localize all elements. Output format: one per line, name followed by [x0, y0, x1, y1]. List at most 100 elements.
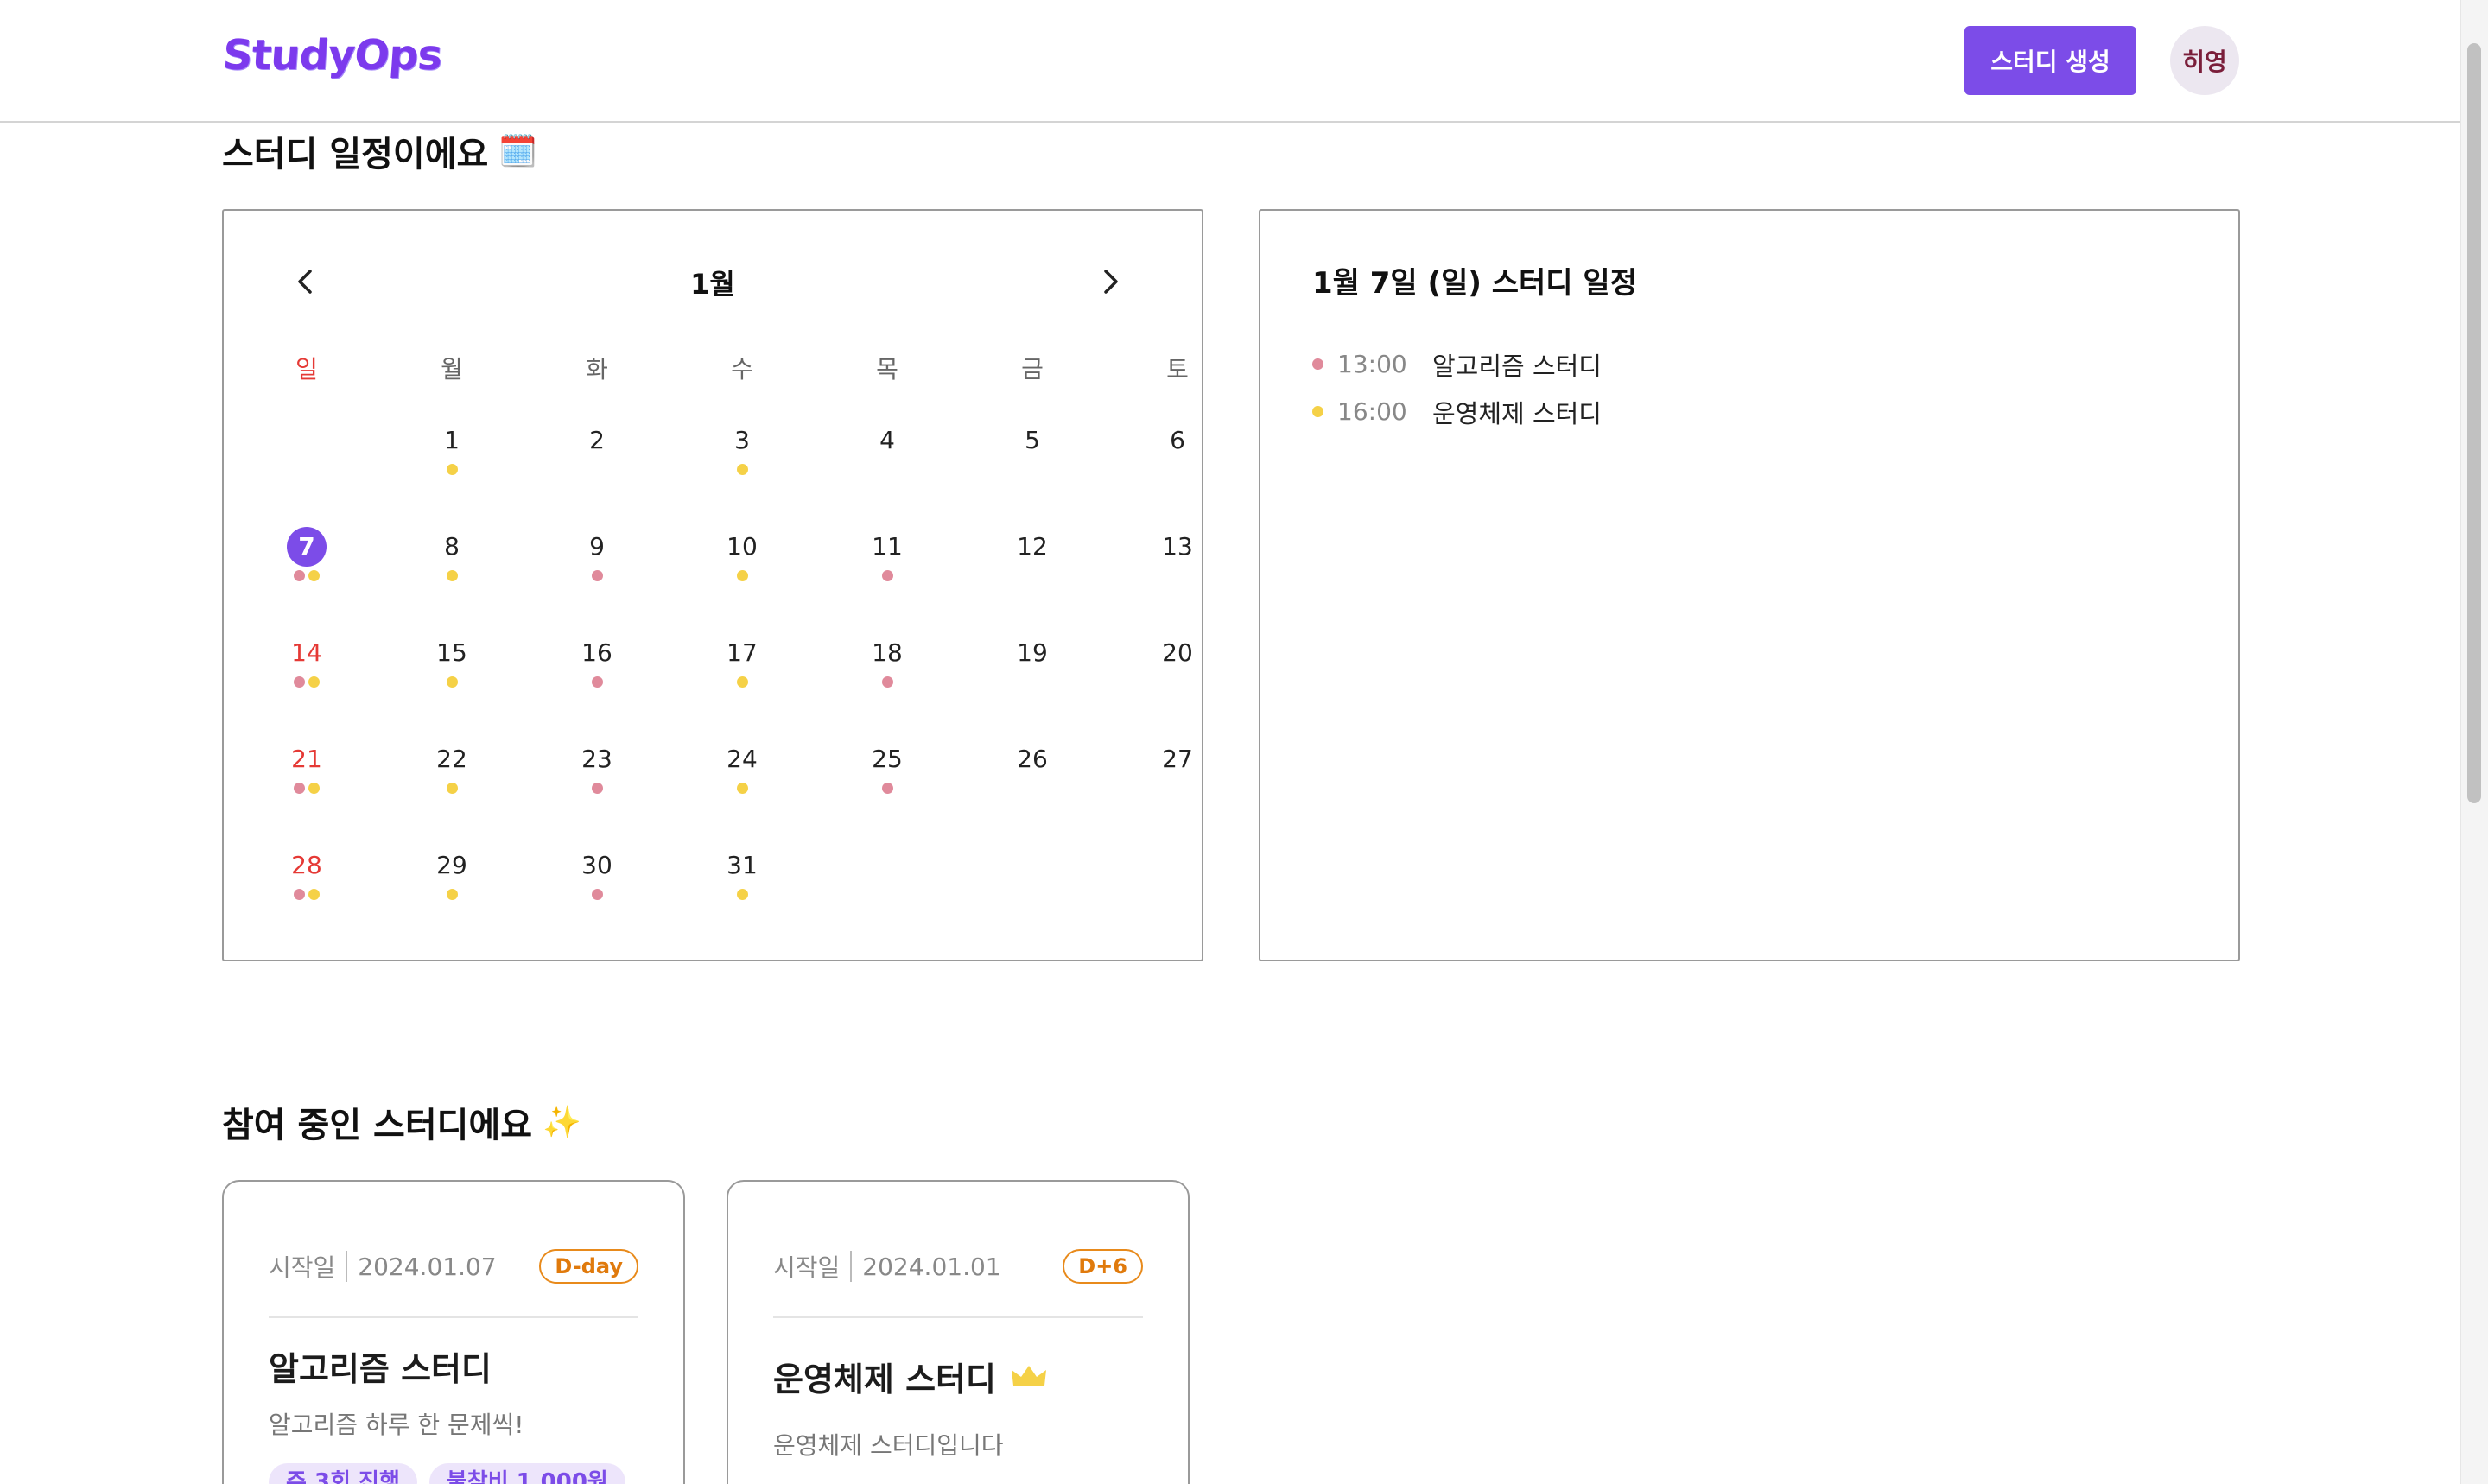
- schedule-item[interactable]: 13:00 알고리즘 스터디: [1312, 340, 1602, 388]
- calendar-day[interactable]: 26: [981, 739, 1084, 826]
- study-card[interactable]: 시작일 2024.01.07 D-day 알고리즘 스터디 알고리즘 하루 한 …: [222, 1180, 685, 1484]
- day-number: 29: [436, 851, 467, 879]
- calendar-day[interactable]: 31: [690, 846, 794, 932]
- day-number: 15: [436, 638, 467, 667]
- calendar-day[interactable]: 6: [1126, 421, 1229, 507]
- calendar-day[interactable]: 13: [1126, 527, 1229, 613]
- calendar-day[interactable]: 17: [690, 633, 794, 720]
- calendar-day[interactable]: 4: [835, 421, 939, 507]
- weekday-label: 화: [586, 355, 608, 384]
- calendar-day[interactable]: 2: [545, 421, 649, 507]
- event-dot: [591, 783, 603, 794]
- calendar-grid: 일 월 화 수 목 금 토 1 2 3 4 5 6 7 8 9 10 11 12 13 14 15 16 17 18 19 20 21…: [224, 211, 1202, 960]
- day-number: 7: [287, 527, 327, 567]
- schedule-time: 13:00: [1337, 350, 1407, 378]
- day-number: 12: [1017, 532, 1048, 561]
- calendar-day[interactable]: 7: [255, 527, 359, 613]
- event-dot: [1312, 358, 1323, 370]
- studies-section-title: 참여 중인 스터디에요 ✨: [222, 1097, 581, 1147]
- calendar-day[interactable]: 18: [835, 633, 939, 720]
- calendar-day[interactable]: 12: [981, 527, 1084, 613]
- event-dot: [308, 783, 320, 794]
- day-number: 21: [291, 745, 322, 773]
- day-number: 27: [1162, 745, 1193, 773]
- day-number: 18: [872, 638, 903, 667]
- study-tag: 주 3회 진행: [269, 1463, 417, 1484]
- study-start: 시작일 2024.01.01: [773, 1249, 1001, 1284]
- event-dot: [308, 889, 320, 900]
- event-dot: [736, 676, 748, 688]
- calendar-day[interactable]: 25: [835, 739, 939, 826]
- day-number: 3: [734, 426, 750, 454]
- weekday-label: 일: [295, 355, 318, 384]
- logo[interactable]: StudyOps: [221, 31, 443, 79]
- calendar-day[interactable]: 19: [981, 633, 1084, 720]
- day-number: 31: [727, 851, 758, 879]
- day-number: 17: [727, 638, 758, 667]
- event-dot: [881, 570, 893, 581]
- calendar-day[interactable]: 28: [255, 846, 359, 932]
- calendar-day[interactable]: 11: [835, 527, 939, 613]
- calendar-day[interactable]: 1: [400, 421, 504, 507]
- top-header: StudyOps 스터디 생성 히영: [0, 0, 2460, 123]
- calendar-day[interactable]: 29: [400, 846, 504, 932]
- schedule-study-title: 알고리즘 스터디: [1432, 351, 1602, 381]
- event-dot: [294, 676, 305, 688]
- day-number: 9: [589, 532, 605, 561]
- day-number: 22: [436, 745, 467, 773]
- event-dots: [545, 570, 649, 582]
- weekday-label: 금: [1021, 355, 1044, 384]
- study-card[interactable]: 시작일 2024.01.01 D+6 운영체제 스터디 운영체제 스터디입니다: [727, 1180, 1190, 1484]
- study-name: 알고리즘 스터디: [269, 1342, 492, 1390]
- calendar-day[interactable]: 24: [690, 739, 794, 826]
- event-dot: [591, 676, 603, 688]
- day-number: 1: [444, 426, 460, 454]
- calendar-day[interactable]: 8: [400, 527, 504, 613]
- calendar-day[interactable]: 3: [690, 421, 794, 507]
- calendar-day[interactable]: 20: [1126, 633, 1229, 720]
- dday-badge: D-day: [539, 1249, 638, 1284]
- crown-icon: [1011, 1365, 1046, 1386]
- calendar-day[interactable]: 27: [1126, 739, 1229, 826]
- event-dots: [400, 676, 504, 688]
- event-dot: [294, 570, 305, 581]
- scrollbar-thumb[interactable]: [2467, 43, 2481, 803]
- event-dot: [881, 783, 893, 794]
- create-study-button[interactable]: 스터디 생성: [1964, 26, 2136, 95]
- event-dots: [400, 464, 504, 476]
- event-dots: [835, 783, 939, 795]
- schedule-title: 1월 7일 (일) 스터디 일정: [1312, 266, 1637, 301]
- event-dots: [981, 570, 1084, 582]
- calendar-day[interactable]: 22: [400, 739, 504, 826]
- day-number: 8: [444, 532, 460, 561]
- calendar-day[interactable]: 21: [255, 739, 359, 826]
- event-dots: [690, 676, 794, 688]
- day-number: 23: [581, 745, 612, 773]
- divider: [850, 1251, 853, 1282]
- calendar-day[interactable]: 14: [255, 633, 359, 720]
- day-number: 10: [727, 532, 758, 561]
- calendar-day[interactable]: 9: [545, 527, 649, 613]
- divider: [346, 1251, 348, 1282]
- event-dot: [446, 464, 458, 475]
- event-dots: [400, 570, 504, 582]
- event-dot: [446, 783, 458, 794]
- calendar-day[interactable]: 5: [981, 421, 1084, 507]
- event-dots: [255, 570, 359, 582]
- event-dot: [736, 570, 748, 581]
- event-dots: [981, 783, 1084, 795]
- weekday-label: 수: [731, 355, 753, 384]
- day-number: 2: [589, 426, 605, 454]
- calendar-day[interactable]: 16: [545, 633, 649, 720]
- event-dot: [294, 889, 305, 900]
- avatar[interactable]: 히영: [2170, 26, 2239, 95]
- event-dot: [446, 676, 458, 688]
- calendar-day[interactable]: 15: [400, 633, 504, 720]
- event-dots: [1126, 570, 1229, 582]
- calendar-day[interactable]: 10: [690, 527, 794, 613]
- calendar-day[interactable]: 30: [545, 846, 649, 932]
- schedule-item[interactable]: 16:00 운영체제 스터디: [1312, 388, 1602, 435]
- event-dot: [446, 570, 458, 581]
- calendar-day[interactable]: 23: [545, 739, 649, 826]
- weekday-label: 목: [876, 355, 898, 384]
